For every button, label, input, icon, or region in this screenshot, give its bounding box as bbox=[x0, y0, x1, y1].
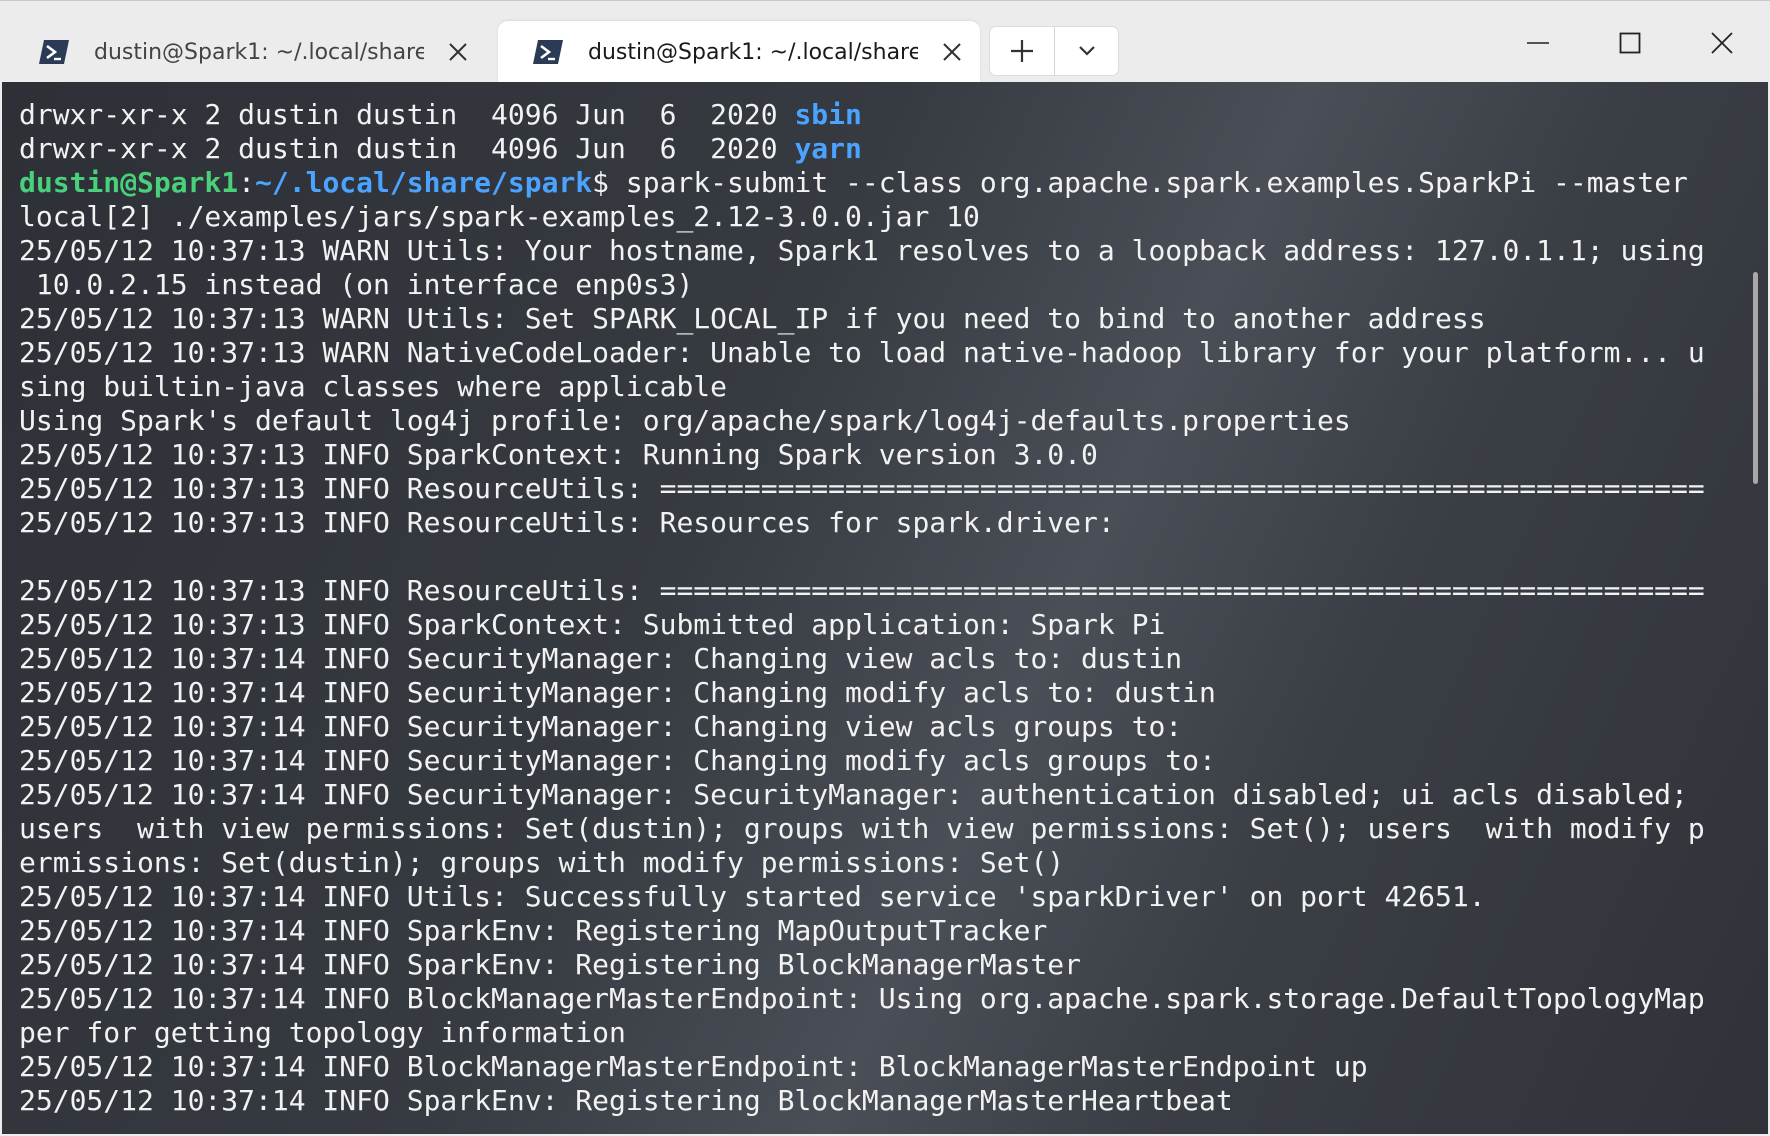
terminal-segment: 25/05/12 10:37:14 INFO Utils: Successful… bbox=[19, 880, 1486, 913]
maximize-button[interactable] bbox=[1584, 15, 1676, 71]
tab-2[interactable]: dustin@Spark1: ~/.local/share, bbox=[498, 21, 980, 83]
terminal-segment: 25/05/12 10:37:14 INFO SparkEnv: Registe… bbox=[19, 948, 1082, 981]
terminal-segment: 25/05/12 10:37:14 INFO SecurityManager: … bbox=[19, 744, 1216, 777]
terminal-line: 25/05/12 10:37:14 INFO SecurityManager: … bbox=[19, 778, 1705, 812]
terminal-segment: yarn bbox=[794, 132, 862, 165]
terminal-line: sing builtin-java classes where applicab… bbox=[19, 370, 1705, 404]
new-tab-button[interactable] bbox=[990, 27, 1055, 75]
terminal-line: 10.0.2.15 instead (on interface enp0s3) bbox=[19, 268, 1705, 302]
close-window-button[interactable] bbox=[1676, 15, 1768, 71]
terminal-segment: 25/05/12 10:37:13 INFO ResourceUtils: Re… bbox=[19, 506, 1115, 539]
terminal-text: drwxr-xr-x 2 dustin dustin 4096 Jun 6 20… bbox=[19, 98, 1705, 1118]
maximize-icon bbox=[1619, 32, 1641, 54]
terminal-line: dustin@Spark1:~/.local/share/spark$ spar… bbox=[19, 166, 1705, 200]
terminal-segment: 25/05/12 10:37:13 WARN Utils: Your hostn… bbox=[19, 234, 1705, 267]
powershell-icon bbox=[39, 40, 69, 64]
terminal-line: 25/05/12 10:37:14 INFO SecurityManager: … bbox=[19, 710, 1705, 744]
terminal-segment: 25/05/12 10:37:13 WARN NativeCodeLoader:… bbox=[19, 336, 1705, 369]
terminal-line: drwxr-xr-x 2 dustin dustin 4096 Jun 6 20… bbox=[19, 98, 1705, 132]
terminal-line: 25/05/12 10:37:14 INFO SparkEnv: Registe… bbox=[19, 914, 1705, 948]
terminal-segment: 25/05/12 10:37:14 INFO SecurityManager: … bbox=[19, 778, 1688, 811]
terminal-segment: 25/05/12 10:37:14 INFO SparkEnv: Registe… bbox=[19, 914, 1048, 947]
terminal-segment: 25/05/12 10:37:13 INFO SparkContext: Run… bbox=[19, 438, 1098, 471]
close-icon bbox=[1711, 32, 1733, 54]
terminal-line: local[2] ./examples/jars/spark-examples_… bbox=[19, 200, 1705, 234]
terminal-line: Using Spark's default log4j profile: org… bbox=[19, 404, 1705, 438]
terminal-segment: 25/05/12 10:37:14 INFO SecurityManager: … bbox=[19, 710, 1183, 743]
terminal-line: 25/05/12 10:37:13 INFO ResourceUtils: ==… bbox=[19, 472, 1705, 506]
new-tab-group bbox=[990, 27, 1118, 75]
tab-2-label: dustin@Spark1: ~/.local/share, bbox=[588, 39, 918, 65]
terminal-line: 25/05/12 10:37:14 INFO SecurityManager: … bbox=[19, 642, 1705, 676]
terminal-segment: 25/05/12 10:37:14 INFO SecurityManager: … bbox=[19, 676, 1216, 709]
terminal-segment: ~/.local/share/spark bbox=[255, 166, 593, 199]
terminal-segment: users with view permissions: Set(dustin)… bbox=[19, 812, 1705, 845]
terminal-segment: 25/05/12 10:37:14 INFO SparkEnv: Registe… bbox=[19, 1084, 1233, 1117]
terminal-segment: per for getting topology information bbox=[19, 1016, 626, 1049]
terminal-line: 25/05/12 10:37:14 INFO BlockManagerMaste… bbox=[19, 982, 1705, 1016]
terminal-line: 25/05/12 10:37:13 WARN NativeCodeLoader:… bbox=[19, 336, 1705, 370]
terminal-segment: 10.0.2.15 instead (on interface enp0s3) bbox=[19, 268, 694, 301]
terminal-line: 25/05/12 10:37:14 INFO BlockManagerMaste… bbox=[19, 1050, 1705, 1084]
terminal-segment: 25/05/12 10:37:13 INFO ResourceUtils: ==… bbox=[19, 472, 1705, 505]
terminal-segment: local[2] ./examples/jars/spark-examples_… bbox=[19, 200, 980, 233]
terminal-segment: sing builtin-java classes where applicab… bbox=[19, 370, 728, 403]
terminal-line: users with view permissions: Set(dustin)… bbox=[19, 812, 1705, 846]
terminal-line: 25/05/12 10:37:13 INFO SparkContext: Sub… bbox=[19, 608, 1705, 642]
tab-2-close-icon[interactable] bbox=[936, 36, 968, 68]
terminal-line: 25/05/12 10:37:13 INFO SparkContext: Run… bbox=[19, 438, 1705, 472]
terminal-segment: 25/05/12 10:37:14 INFO BlockManagerMaste… bbox=[19, 982, 1705, 1015]
terminal-line: drwxr-xr-x 2 dustin dustin 4096 Jun 6 20… bbox=[19, 132, 1705, 166]
powershell-icon bbox=[533, 40, 563, 64]
terminal-segment: 25/05/12 10:37:13 INFO SparkContext: Sub… bbox=[19, 608, 1166, 641]
chevron-down-icon bbox=[1078, 46, 1095, 56]
title-bar: dustin@Spark1: ~/.local/share/ dustin@Sp… bbox=[0, 0, 1770, 83]
plus-icon bbox=[1011, 40, 1033, 62]
terminal-segment: drwxr-xr-x 2 dustin dustin 4096 Jun 6 20… bbox=[19, 132, 795, 165]
terminal-segment: 25/05/12 10:37:13 WARN Utils: Set SPARK_… bbox=[19, 302, 1486, 335]
terminal-segment: 25/05/12 10:37:14 INFO SecurityManager: … bbox=[19, 642, 1183, 675]
terminal-output[interactable]: drwxr-xr-x 2 dustin dustin 4096 Jun 6 20… bbox=[2, 82, 1768, 1134]
terminal-line: 25/05/12 10:37:14 INFO SparkEnv: Registe… bbox=[19, 948, 1705, 982]
terminal-segment: dustin@Spark1 bbox=[19, 166, 239, 199]
minimize-button[interactable] bbox=[1492, 15, 1584, 71]
terminal-segment: sbin bbox=[794, 98, 862, 131]
terminal-line: per for getting topology information bbox=[19, 1016, 1705, 1050]
terminal-segment: 25/05/12 10:37:13 INFO ResourceUtils: ==… bbox=[19, 574, 1705, 607]
terminal-line: 25/05/12 10:37:13 INFO ResourceUtils: Re… bbox=[19, 506, 1705, 540]
terminal-line: 25/05/12 10:37:13 INFO ResourceUtils: ==… bbox=[19, 574, 1705, 608]
terminal-segment: $ spark-submit --class org.apache.spark.… bbox=[592, 166, 1688, 199]
terminal-segment: 25/05/12 10:37:14 INFO BlockManagerMaste… bbox=[19, 1050, 1368, 1083]
terminal-segment: : bbox=[238, 166, 256, 199]
tab-dropdown-button[interactable] bbox=[1055, 27, 1118, 75]
tab-1-label: dustin@Spark1: ~/.local/share/ bbox=[94, 39, 424, 65]
terminal-window: dustin@Spark1: ~/.local/share/ dustin@Sp… bbox=[0, 0, 1770, 1136]
terminal-segment: ermissions: Set(dustin); groups with mod… bbox=[19, 846, 1065, 879]
terminal-line: ermissions: Set(dustin); groups with mod… bbox=[19, 846, 1705, 880]
terminal-segment: drwxr-xr-x 2 dustin dustin 4096 Jun 6 20… bbox=[19, 98, 795, 131]
tab-1[interactable]: dustin@Spark1: ~/.local/share/ bbox=[4, 21, 494, 83]
terminal-line: 25/05/12 10:37:13 WARN Utils: Your hostn… bbox=[19, 234, 1705, 268]
terminal-line: 25/05/12 10:37:14 INFO SparkEnv: Registe… bbox=[19, 1084, 1705, 1118]
scrollbar-thumb[interactable] bbox=[1753, 272, 1758, 484]
terminal-line: 25/05/12 10:37:14 INFO Utils: Successful… bbox=[19, 880, 1705, 914]
tab-1-close-icon[interactable] bbox=[442, 36, 474, 68]
terminal-line: 25/05/12 10:37:14 INFO SecurityManager: … bbox=[19, 676, 1705, 710]
terminal-line: 25/05/12 10:37:13 WARN Utils: Set SPARK_… bbox=[19, 302, 1705, 336]
terminal-line: 25/05/12 10:37:14 INFO SecurityManager: … bbox=[19, 744, 1705, 778]
minimize-icon bbox=[1527, 42, 1549, 44]
terminal-segment: Using Spark's default log4j profile: org… bbox=[19, 404, 1351, 437]
